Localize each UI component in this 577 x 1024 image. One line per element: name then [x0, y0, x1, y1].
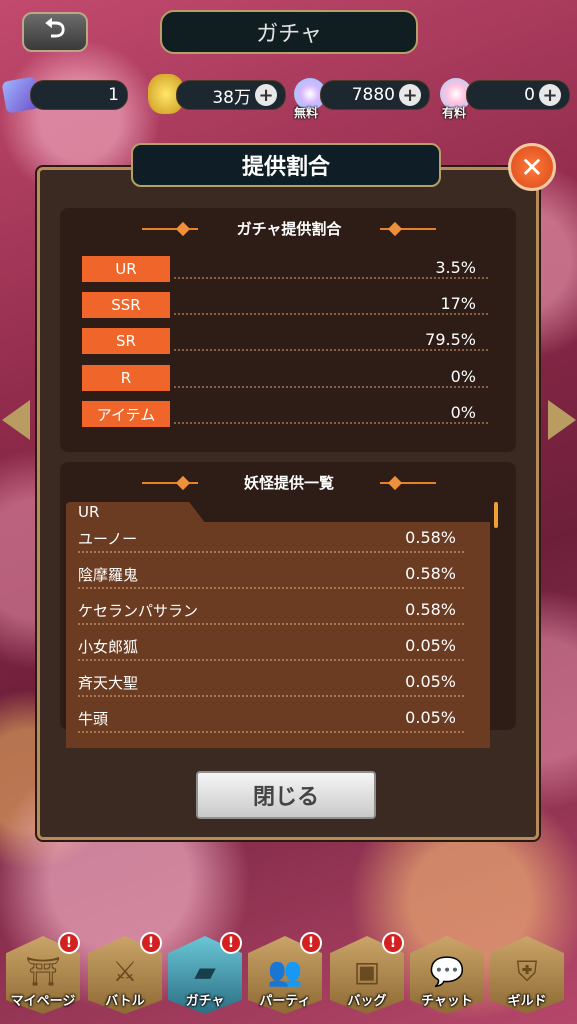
paid-gem-label: 有料	[442, 106, 467, 120]
nav-label: マイページ	[10, 994, 76, 1009]
yokai-rate: 0.58%	[405, 564, 456, 583]
bottom-navigation: ⛩ マイページ! ⚔ バトル! ▰ ガチャ! 👥 パーティ! ▣ バッグ! 💬 チャット ⛨ ギルド	[0, 930, 577, 1024]
previous-arrow-icon[interactable]	[2, 400, 30, 440]
notification-badge: !	[220, 932, 242, 954]
ticket-counter: 1	[30, 80, 128, 110]
free-gem-label: 無料	[294, 106, 319, 120]
group-icon: 👥	[267, 955, 303, 988]
dotted-leader	[78, 587, 464, 589]
return-arrow-icon: ⮌	[44, 14, 66, 44]
list-item: ユーノー 0.58%	[78, 524, 464, 554]
notification-badge: !	[140, 932, 162, 954]
crossed-swords-icon: ⚔	[112, 955, 138, 988]
list-item: ケセランパサラン 0.58%	[78, 596, 464, 626]
add-paid-gem-button[interactable]: +	[539, 84, 561, 106]
yokai-name: ケセランパサラン	[78, 602, 199, 620]
notification-badge: !	[382, 932, 404, 954]
dotted-leader	[78, 623, 464, 625]
yokai-rate: 0.05%	[405, 672, 456, 691]
yokai-rate: 0.05%	[405, 708, 456, 727]
dotted-leader	[174, 349, 488, 351]
rate-value: 79.5%	[425, 330, 476, 349]
rate-row: R 0%	[82, 365, 488, 391]
nav-label: バトル	[105, 994, 145, 1009]
dialog-title: 提供割合	[131, 143, 441, 187]
yokai-list-title: 妖怪提供一覧	[243, 474, 334, 492]
nav-label: パーティ	[259, 994, 311, 1009]
yokai-rate: 0.58%	[405, 600, 456, 619]
yokai-name: 陰摩羅鬼	[78, 566, 139, 584]
rarity-badge: SR	[82, 328, 170, 354]
rate-value: 0%	[450, 403, 476, 422]
yokai-name: ユーノー	[78, 530, 138, 548]
gold-counter: 38万 +	[176, 80, 286, 110]
dotted-leader	[174, 313, 488, 315]
nav-label: チャット	[421, 994, 473, 1009]
list-item: 斉天大聖 0.05%	[78, 668, 464, 698]
notification-badge: !	[58, 932, 80, 954]
shield-icon: ⛨	[516, 955, 538, 988]
dotted-leader	[174, 386, 488, 388]
dotted-leader	[78, 695, 464, 697]
yokai-name: 牛頭	[78, 710, 109, 728]
free-gem-counter: 7880 +	[320, 80, 430, 110]
list-item: 陰摩羅鬼 0.58%	[78, 560, 464, 590]
add-gold-button[interactable]: +	[255, 84, 277, 106]
close-button[interactable]: 閉じる	[196, 771, 376, 819]
close-icon[interactable]: ✕	[508, 143, 556, 191]
list-item: 牛頭 0.05%	[78, 704, 464, 734]
page-title: ガチャ	[160, 10, 418, 54]
nav-label: バッグ	[347, 994, 387, 1009]
rarity-badge: UR	[82, 256, 170, 282]
rate-value: 0%	[450, 367, 476, 386]
yokai-name: 小女郎狐	[78, 638, 139, 656]
nav-label: ギルド	[507, 994, 547, 1009]
rate-row: アイテム 0%	[82, 401, 488, 427]
yokai-rate: 0.58%	[405, 528, 456, 547]
rarity-badge: R	[82, 365, 170, 391]
dotted-leader	[78, 659, 464, 661]
rate-value: 3.5%	[435, 258, 476, 277]
ornament-right-icon	[380, 482, 436, 484]
box-icon: ▣	[353, 955, 381, 988]
paid-gem-counter: 0 +	[466, 80, 570, 110]
ornament-left-icon	[142, 228, 198, 230]
dotted-leader	[174, 277, 488, 279]
ornament-right-icon	[380, 228, 436, 230]
nav-label: ガチャ	[185, 994, 225, 1009]
ticket-icon: ▰	[194, 955, 216, 988]
add-free-gem-button[interactable]: +	[399, 84, 421, 106]
gacha-rates-title: ガチャ提供割合	[236, 220, 342, 238]
list-item: 小女郎狐 0.05%	[78, 632, 464, 662]
dotted-leader	[78, 551, 464, 553]
rate-row: SR 79.5%	[82, 328, 488, 354]
dotted-leader	[78, 731, 464, 733]
next-arrow-icon[interactable]	[548, 400, 576, 440]
torii-icon: ⛩	[25, 955, 61, 988]
dotted-leader	[174, 422, 488, 424]
yokai-name: 斉天大聖	[78, 674, 139, 692]
list-scrollbar[interactable]	[494, 502, 498, 528]
rarity-badge: アイテム	[82, 401, 170, 427]
ornament-left-icon	[142, 482, 198, 484]
rate-row: UR 3.5%	[82, 256, 488, 282]
back-button[interactable]: ⮌	[22, 12, 88, 52]
chat-bubble-icon: 💬	[429, 955, 465, 988]
rate-row: SSR 17%	[82, 292, 488, 318]
yokai-rate: 0.05%	[405, 636, 456, 655]
rarity-badge: SSR	[82, 292, 170, 318]
rate-value: 17%	[440, 294, 476, 313]
notification-badge: !	[300, 932, 322, 954]
category-label: UR	[78, 503, 100, 521]
